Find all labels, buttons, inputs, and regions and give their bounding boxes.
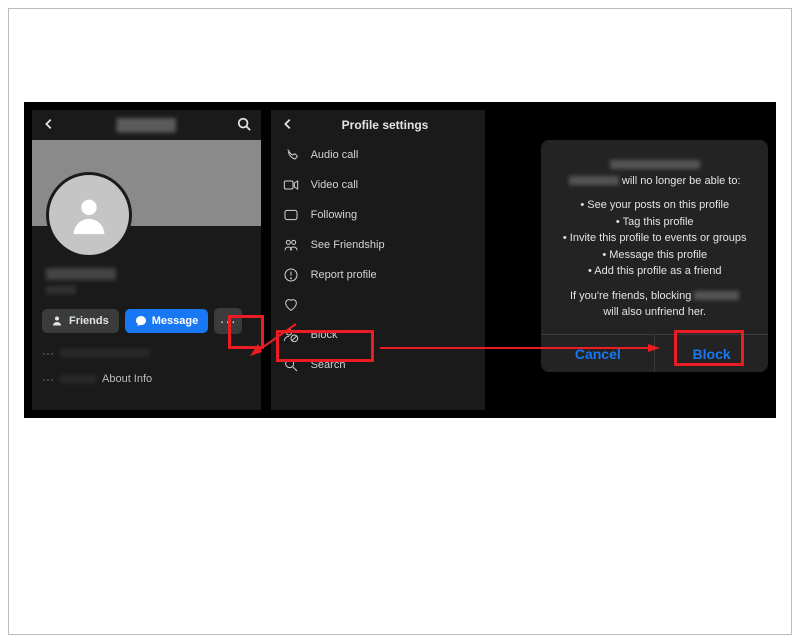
settings-item-label: Audio call — [311, 149, 359, 161]
dialog-body: will no longer be able to: See your post… — [541, 140, 768, 321]
outro-prefix: If you're friends, blocking — [570, 290, 694, 302]
block-effect-item: Message this profile — [551, 247, 758, 264]
heart-icon — [283, 297, 299, 313]
settings-item-search[interactable]: Search — [271, 350, 486, 380]
more-dots-small: ··· — [42, 346, 54, 360]
settings-panel: Profile settings Audio call Video call Fol… — [271, 110, 486, 410]
avatar[interactable] — [46, 172, 132, 258]
video-icon — [283, 177, 299, 193]
search-icon — [283, 357, 299, 373]
friends-button[interactable]: Friends — [42, 309, 119, 333]
search-icon[interactable] — [237, 117, 251, 134]
dialog-outro: If you're friends, blocking will also un… — [551, 288, 758, 321]
more-dots-small: ··· — [42, 372, 54, 386]
block-label: Block — [693, 346, 731, 362]
spacer — [495, 110, 531, 410]
settings-item-see-friendship[interactable]: See Friendship — [271, 230, 486, 260]
about-label: About Info — [102, 373, 152, 385]
profile-title: ███████ — [56, 118, 237, 132]
intro-suffix: will no longer be able to: — [622, 175, 741, 187]
redacted-text — [60, 375, 96, 383]
message-label: Message — [152, 315, 198, 327]
block-effect-item: Tag this profile — [551, 214, 758, 231]
settings-item-report-profile[interactable]: Report profile — [271, 260, 486, 290]
profile-meta-row-1: ··· — [42, 346, 261, 360]
settings-item-label: Search — [311, 359, 346, 371]
more-dots: ··· — [220, 313, 237, 329]
settings-item-label: Report profile — [311, 269, 377, 281]
tutorial-stage: ███████ Friends Message ··· ··· — [24, 102, 776, 418]
profile-actions: Friends Message ··· — [42, 308, 251, 334]
message-button[interactable]: Message — [125, 309, 208, 333]
redacted-name — [610, 160, 700, 169]
following-icon — [283, 207, 299, 223]
friends-label: Friends — [69, 315, 109, 327]
back-icon[interactable] — [281, 117, 295, 134]
redacted-name — [694, 291, 739, 300]
back-icon[interactable] — [42, 117, 56, 134]
settings-item-block[interactable]: Block — [271, 320, 486, 350]
dialog-name-line — [551, 156, 758, 173]
settings-item-label: Video call — [311, 179, 359, 191]
settings-item-video-call[interactable]: Video call — [271, 170, 486, 200]
dialog-footer: Cancel Block — [541, 334, 768, 372]
phone-icon — [283, 147, 299, 163]
block-icon — [283, 327, 299, 343]
block-effect-item: Add this profile as a friend — [551, 263, 758, 280]
settings-item-label: See Friendship — [311, 239, 385, 251]
cancel-button[interactable]: Cancel — [541, 335, 654, 372]
block-effect-item: Invite this profile to events or groups — [551, 230, 758, 247]
redacted-text — [60, 349, 150, 357]
profile-name-redacted — [46, 268, 116, 280]
report-icon — [283, 267, 299, 283]
dialog-intro: will no longer be able to: — [551, 173, 758, 190]
block-effect-item: See your posts on this profile — [551, 197, 758, 214]
settings-header: Profile settings — [271, 110, 486, 140]
block-button[interactable]: Block — [654, 335, 768, 372]
redacted-name — [569, 176, 619, 185]
outro-suffix: will also unfriend her. — [603, 306, 706, 318]
settings-title: Profile settings — [295, 118, 476, 132]
friendship-icon — [283, 237, 299, 253]
settings-item-label: Following — [311, 209, 357, 221]
more-button[interactable]: ··· — [214, 308, 242, 334]
profile-meta-row-2: ··· About Info — [42, 372, 261, 386]
settings-item-label: Block — [311, 329, 338, 341]
block-dialog: will no longer be able to: See your post… — [541, 140, 768, 372]
profile-subname-redacted — [46, 286, 76, 294]
profile-panel: ███████ Friends Message ··· ··· — [32, 110, 261, 410]
settings-item-audio-call[interactable]: Audio call — [271, 140, 486, 170]
profile-header: ███████ — [32, 110, 261, 140]
block-effects-list: See your posts on this profileTag this p… — [551, 197, 758, 280]
settings-item-following[interactable]: Following — [271, 200, 486, 230]
cancel-label: Cancel — [575, 346, 621, 362]
settings-item-favorite[interactable] — [271, 290, 486, 320]
